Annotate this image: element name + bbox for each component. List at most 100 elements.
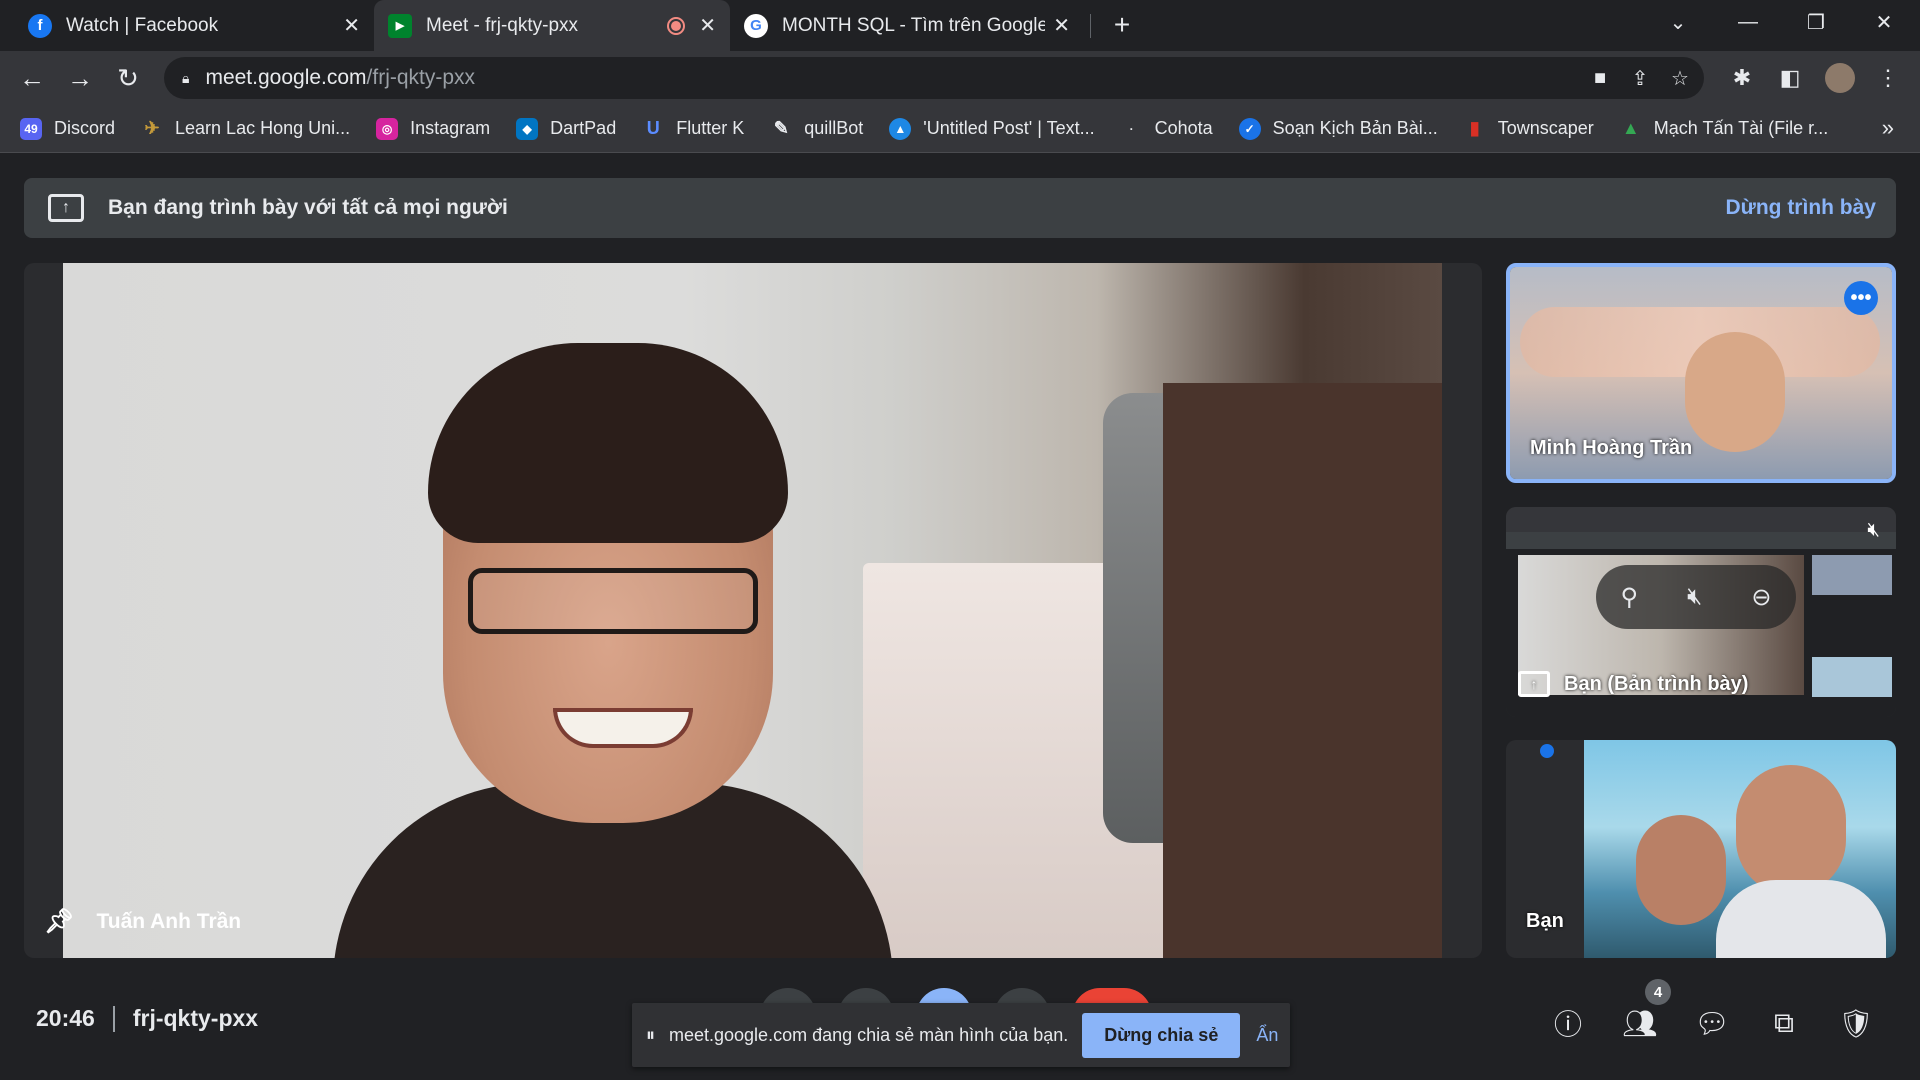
- participant-tile-self[interactable]: Bạn: [1506, 740, 1896, 958]
- meeting-info: 20:46 frj-qkty-pxx: [36, 1005, 258, 1032]
- quill-icon: ✎: [773, 118, 789, 138]
- chat-icon[interactable]: 💬︎: [1690, 1001, 1734, 1045]
- upload-cloud-icon: ▲: [889, 117, 912, 140]
- profile-avatar[interactable]: [1822, 60, 1858, 96]
- bookmark-label: Flutter K: [676, 118, 745, 138]
- host-controls-icon[interactable]: 🛡︎: [1834, 1001, 1878, 1045]
- main-participant-label: 📌︎ Tuấn Anh Trần: [44, 907, 241, 936]
- reload-icon[interactable]: ↻: [110, 60, 146, 96]
- hide-notice-button[interactable]: Ẩn: [1256, 1025, 1278, 1046]
- close-tab-icon[interactable]: ✕: [343, 13, 360, 38]
- bookmark-label: Mạch Tấn Tài (File r...: [1653, 118, 1829, 138]
- cohota-icon: ·: [1129, 121, 1134, 136]
- share-icon[interactable]: ⇪: [1622, 57, 1658, 99]
- camera-icon[interactable]: ■: [1582, 57, 1618, 99]
- menu-icon[interactable]: ⋮: [1870, 60, 1906, 96]
- activities-icon[interactable]: ⧉: [1762, 1001, 1806, 1045]
- clock-time: 20:46: [36, 1005, 95, 1031]
- divider: [112, 1005, 115, 1032]
- more-bookmarks-icon[interactable]: »: [1882, 115, 1894, 141]
- participant-tile-presentation[interactable]: 🔇︎ ⚲ 🔇︎ ⊖ ↑ Bạn (Bản trình bày): [1506, 507, 1896, 717]
- tab-search-icon[interactable]: ⌄: [1656, 0, 1700, 44]
- bookmark-star-icon[interactable]: ☆: [1662, 57, 1698, 99]
- muted-icon: 🔇︎: [1867, 519, 1880, 541]
- bookmark-label: DartPad: [550, 118, 617, 138]
- tab-google-search[interactable]: G MONTH SQL - Tìm trên Google ✕: [730, 0, 1084, 51]
- bookmark-dartpad[interactable]: ◆ DartPad: [516, 117, 617, 140]
- bookmark-discord[interactable]: 49 Discord: [20, 117, 116, 140]
- pin-icon[interactable]: ⚲: [1621, 583, 1639, 612]
- facebook-icon: f: [28, 13, 52, 38]
- side-panel-icon[interactable]: ◧: [1772, 60, 1808, 96]
- tab-title: Meet - frj-qkty-pxx: [426, 14, 579, 36]
- main-video-tile[interactable]: 📌︎ Tuấn Anh Trần: [24, 263, 1482, 958]
- meeting-code: frj-qkty-pxx: [132, 1005, 259, 1031]
- screen-share-notification: ⏸︎ meet.google.com đang chia sẻ màn hình…: [632, 1003, 1290, 1067]
- more-options-icon[interactable]: •••: [1844, 281, 1878, 315]
- minimize-icon[interactable]: —: [1726, 0, 1770, 44]
- bookmark-label: Discord: [54, 118, 116, 138]
- participant-name: Bạn (Bản trình bày): [1564, 672, 1749, 695]
- url-host: meet.google.com: [205, 66, 367, 89]
- instagram-icon: ◎: [376, 117, 399, 140]
- share-notice-text: meet.google.com đang chia sẻ màn hình củ…: [669, 1024, 1069, 1045]
- preview-side-video: [1812, 555, 1892, 595]
- participant-name: Minh Hoàng Trần: [1530, 437, 1693, 459]
- bookmark-label: Soạn Kịch Bản Bài...: [1272, 118, 1438, 138]
- bookmark-instagram[interactable]: ◎ Instagram: [376, 117, 491, 140]
- bookmark-label: 'Untitled Post' | Text...: [923, 118, 1095, 138]
- preview-side-video: [1812, 657, 1892, 697]
- more-options-icon[interactable]: [1540, 744, 1554, 758]
- flutter-icon: U: [646, 118, 660, 138]
- people-icon[interactable]: 👥︎: [1618, 1001, 1662, 1045]
- close-tab-icon[interactable]: ✕: [699, 13, 716, 38]
- bookmark-townscaper[interactable]: ▮ Townscaper: [1464, 118, 1594, 140]
- townscaper-icon: ▮: [1469, 118, 1480, 138]
- remove-icon[interactable]: ⊖: [1751, 583, 1771, 612]
- google-icon: G: [744, 13, 768, 38]
- new-tab-button[interactable]: +: [1100, 3, 1144, 47]
- bookmark-learn-lac-hong[interactable]: ✈ Learn Lac Hong Uni...: [141, 118, 350, 140]
- bookmark-quillbot[interactable]: ✎ quillBot: [770, 118, 864, 140]
- tab-meet[interactable]: ▶ Meet - frj-qkty-pxx ✕: [374, 0, 730, 51]
- close-window-icon[interactable]: ✕: [1862, 0, 1906, 44]
- person-shoulder: [1716, 880, 1886, 958]
- dartpad-icon: ◆: [516, 117, 539, 140]
- person-face: [1636, 815, 1726, 925]
- bookmarks-bar: 49 Discord ✈ Learn Lac Hong Uni... ◎ Instag…: [0, 105, 1920, 153]
- bookmark-untitled-post[interactable]: ▲ 'Untitled Post' | Text...: [889, 117, 1095, 140]
- person-face: [1685, 332, 1785, 452]
- meeting-details-icon[interactable]: ⓘ: [1546, 1001, 1590, 1045]
- extensions-icon[interactable]: ✱: [1724, 60, 1760, 96]
- forward-icon[interactable]: →: [62, 60, 98, 96]
- tab-facebook[interactable]: f Watch | Facebook ✕: [14, 0, 374, 51]
- pin-icon: 📌︎: [44, 908, 75, 935]
- check-icon: ✓: [1238, 117, 1261, 140]
- bookmark-mach-tan-tai[interactable]: ▲ Mạch Tấn Tài (File r...: [1620, 118, 1828, 140]
- restore-icon[interactable]: ❐: [1794, 0, 1838, 44]
- stop-sharing-button[interactable]: Dừng chia sẻ: [1082, 1012, 1241, 1058]
- bookmark-flutter[interactable]: U Flutter K: [642, 118, 745, 140]
- participant-tile-minh-hoang[interactable]: ••• Minh Hoàng Trần: [1506, 263, 1896, 483]
- recording-indicator-icon: [667, 16, 686, 35]
- stop-presenting-button[interactable]: Dừng trình bày: [1725, 196, 1876, 220]
- plane-icon: ✈: [144, 118, 160, 138]
- bookmark-soan-kich-ban[interactable]: ✓ Soạn Kịch Bản Bài...: [1238, 117, 1438, 140]
- drag-handle-icon[interactable]: ⏸︎: [646, 1025, 655, 1046]
- participant-label: ↑ Bạn (Bản trình bày): [1518, 671, 1748, 697]
- bookmark-cohota[interactable]: · Cohota: [1121, 118, 1213, 140]
- address-bar[interactable]: 🔒︎ meet.google.com/frj-qkty-pxx ■ ⇪ ☆: [164, 57, 1704, 99]
- bookmark-label: Instagram: [410, 118, 491, 138]
- bookmark-label: quillBot: [804, 118, 864, 138]
- mute-icon[interactable]: 🔇︎: [1687, 583, 1702, 611]
- tab-title: Watch | Facebook: [66, 14, 219, 36]
- smile-decor: [553, 708, 693, 748]
- participant-count-badge: 4: [1645, 979, 1671, 1005]
- tab-separator: [1090, 14, 1091, 38]
- close-tab-icon[interactable]: ✕: [1053, 13, 1070, 38]
- present-screen-icon: ↑: [48, 194, 84, 222]
- url-path: /frj-qkty-pxx: [366, 66, 476, 89]
- glasses-decor: [468, 568, 758, 634]
- browser-tab-bar: f Watch | Facebook ✕ ▶ Meet - frj-qkty-p…: [0, 0, 1920, 51]
- back-icon[interactable]: ←: [14, 60, 50, 96]
